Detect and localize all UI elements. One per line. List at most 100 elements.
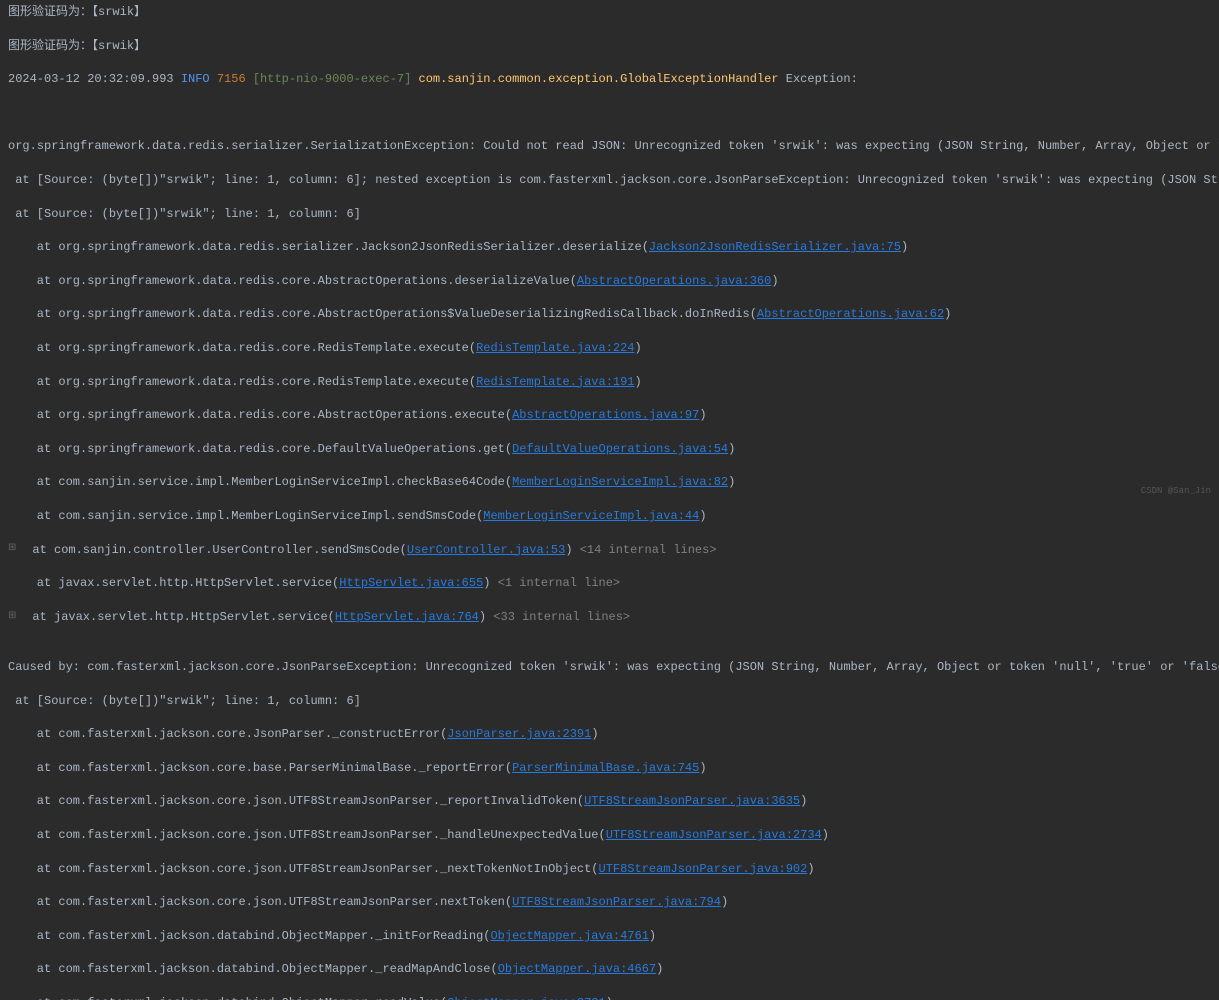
stack-method: at com.fasterxml.jackson.core.json.UTF8S…	[8, 895, 512, 909]
source-link[interactable]: AbstractOperations.java:360	[577, 274, 771, 288]
stack-trace-line: at org.springframework.data.redis.core.R…	[8, 340, 1211, 357]
stack-trace-line: ⊞ at com.sanjin.controller.UserControlle…	[8, 542, 1211, 559]
exception-main-message: org.springframework.data.redis.serialize…	[8, 138, 1211, 155]
stack-trace-line: at com.fasterxml.jackson.databind.Object…	[8, 995, 1211, 1000]
source-link[interactable]: ObjectMapper.java:4667	[498, 962, 656, 976]
stack-method: at com.fasterxml.jackson.core.base.Parse…	[8, 761, 512, 775]
stack-method: at org.springframework.data.redis.core.A…	[8, 408, 512, 422]
exception-source-2: at [Source: (byte[])"srwik"; line: 1, co…	[8, 206, 1211, 223]
stack-suffix: )	[606, 996, 613, 1000]
stack-suffix: )	[721, 895, 728, 909]
stack-suffix: )	[479, 610, 486, 624]
stack-trace-line: at org.springframework.data.redis.core.D…	[8, 441, 1211, 458]
internal-lines-note: <14 internal lines>	[573, 543, 717, 557]
stack-method: at org.springframework.data.redis.core.R…	[8, 375, 476, 389]
stack-suffix: )	[728, 442, 735, 456]
stack-suffix: )	[635, 341, 642, 355]
caused-by-line: Caused by: com.fasterxml.jackson.core.Js…	[8, 659, 1211, 676]
stack-suffix: )	[565, 543, 572, 557]
stack-method: at org.springframework.data.redis.serial…	[8, 240, 649, 254]
thread-id: 7156	[217, 72, 253, 86]
source-link[interactable]: DefaultValueOperations.java:54	[512, 442, 728, 456]
source-link[interactable]: MemberLoginServiceImpl.java:82	[512, 475, 728, 489]
source-link[interactable]: RedisTemplate.java:224	[476, 341, 634, 355]
stack-method: at com.fasterxml.jackson.databind.Object…	[8, 996, 447, 1000]
source-link[interactable]: ObjectMapper.java:3731	[447, 996, 605, 1000]
stack-suffix: )	[728, 475, 735, 489]
stack-trace-line: ⊞ at javax.servlet.http.HttpServlet.serv…	[8, 609, 1211, 626]
source-link[interactable]: UserController.java:53	[407, 543, 565, 557]
log-line-captcha-1: 图形验证码为：【srwik】	[8, 4, 1211, 21]
stack-method: at com.fasterxml.jackson.core.json.UTF8S…	[8, 862, 599, 876]
stack-trace-line: at com.sanjin.service.impl.MemberLoginSe…	[8, 508, 1211, 525]
stack-suffix: )	[483, 576, 490, 590]
timestamp: 2024-03-12 20:32:09.993	[8, 72, 181, 86]
stack-suffix: )	[591, 727, 598, 741]
thread-name: [http-nio-9000-exec-7]	[253, 72, 419, 86]
blank-line	[8, 105, 1211, 122]
stack-trace-line: at com.fasterxml.jackson.databind.Object…	[8, 928, 1211, 945]
stack-suffix: )	[807, 862, 814, 876]
log-level: INFO	[181, 72, 217, 86]
log-line-header: 2024-03-12 20:32:09.993 INFO 7156 [http-…	[8, 71, 1211, 88]
source-link[interactable]: UTF8StreamJsonParser.java:902	[599, 862, 808, 876]
stack-method: at org.springframework.data.redis.core.A…	[8, 274, 577, 288]
source-link[interactable]: JsonParser.java:2391	[447, 727, 591, 741]
stack-trace-line: at com.fasterxml.jackson.core.JsonParser…	[8, 726, 1211, 743]
source-link[interactable]: Jackson2JsonRedisSerializer.java:75	[649, 240, 901, 254]
expand-icon[interactable]: ⊞	[8, 610, 18, 624]
stack-trace-line: at com.fasterxml.jackson.databind.Object…	[8, 961, 1211, 978]
source-link[interactable]: ObjectMapper.java:4761	[490, 929, 648, 943]
stack-method: at com.fasterxml.jackson.databind.Object…	[8, 962, 498, 976]
stack-suffix: )	[656, 962, 663, 976]
internal-lines-note: <33 internal lines>	[486, 610, 630, 624]
stack-trace-line: at com.fasterxml.jackson.core.base.Parse…	[8, 760, 1211, 777]
log-line-captcha-2: 图形验证码为：【srwik】	[8, 38, 1211, 55]
expand-icon[interactable]: ⊞	[8, 542, 18, 556]
stack-method: at org.springframework.data.redis.core.R…	[8, 341, 476, 355]
stack-method: at com.sanjin.service.impl.MemberLoginSe…	[8, 509, 483, 523]
stack-method: at com.fasterxml.jackson.core.json.UTF8S…	[8, 828, 606, 842]
stack-method: at javax.servlet.http.HttpServlet.servic…	[8, 576, 339, 590]
stack-method: at org.springframework.data.redis.core.A…	[8, 307, 757, 321]
stack-suffix: )	[771, 274, 778, 288]
stack-suffix: )	[901, 240, 908, 254]
source-link[interactable]: UTF8StreamJsonParser.java:794	[512, 895, 721, 909]
source-link[interactable]: RedisTemplate.java:191	[476, 375, 634, 389]
source-link[interactable]: HttpServlet.java:764	[335, 610, 479, 624]
stack-trace-line: at org.springframework.data.redis.core.A…	[8, 407, 1211, 424]
stack-method: at com.fasterxml.jackson.core.json.UTF8S…	[8, 794, 584, 808]
exception-source-1: at [Source: (byte[])"srwik"; line: 1, co…	[8, 172, 1211, 189]
caused-by-source: at [Source: (byte[])"srwik"; line: 1, co…	[8, 693, 1211, 710]
stack-method: at com.fasterxml.jackson.databind.Object…	[8, 929, 490, 943]
console-output[interactable]: 图形验证码为：【srwik】 图形验证码为：【srwik】 2024-03-12…	[8, 4, 1211, 1000]
source-link[interactable]: AbstractOperations.java:97	[512, 408, 699, 422]
stack-method: at com.sanjin.controller.UserController.…	[18, 543, 407, 557]
stack-method: at org.springframework.data.redis.core.D…	[8, 442, 512, 456]
stack-suffix: )	[699, 509, 706, 523]
stack-trace-line: at org.springframework.data.redis.serial…	[8, 239, 1211, 256]
stack-method: at com.sanjin.service.impl.MemberLoginSe…	[8, 475, 512, 489]
stack-trace-line: at com.sanjin.service.impl.MemberLoginSe…	[8, 474, 1211, 491]
exception-handler-class: com.sanjin.common.exception.GlobalExcept…	[419, 72, 786, 86]
internal-lines-note: <1 internal line>	[491, 576, 621, 590]
stack-trace-line: at com.fasterxml.jackson.core.json.UTF8S…	[8, 793, 1211, 810]
stack-method: at com.fasterxml.jackson.core.JsonParser…	[8, 727, 447, 741]
source-link[interactable]: AbstractOperations.java:62	[757, 307, 944, 321]
source-link[interactable]: UTF8StreamJsonParser.java:3635	[584, 794, 800, 808]
stack-trace-line: at org.springframework.data.redis.core.A…	[8, 306, 1211, 323]
stack-trace-line: at com.fasterxml.jackson.core.json.UTF8S…	[8, 827, 1211, 844]
stack-suffix: )	[635, 375, 642, 389]
stack-suffix: )	[649, 929, 656, 943]
source-link[interactable]: MemberLoginServiceImpl.java:44	[483, 509, 699, 523]
stack-trace-line: at com.fasterxml.jackson.core.json.UTF8S…	[8, 894, 1211, 911]
exception-label: Exception:	[786, 72, 858, 86]
source-link[interactable]: HttpServlet.java:655	[339, 576, 483, 590]
stack-suffix: )	[944, 307, 951, 321]
stack-suffix: )	[822, 828, 829, 842]
stack-trace-line: at org.springframework.data.redis.core.A…	[8, 273, 1211, 290]
stack-method: at javax.servlet.http.HttpServlet.servic…	[18, 610, 335, 624]
source-link[interactable]: ParserMinimalBase.java:745	[512, 761, 699, 775]
source-link[interactable]: UTF8StreamJsonParser.java:2734	[606, 828, 822, 842]
stack-suffix: )	[699, 761, 706, 775]
